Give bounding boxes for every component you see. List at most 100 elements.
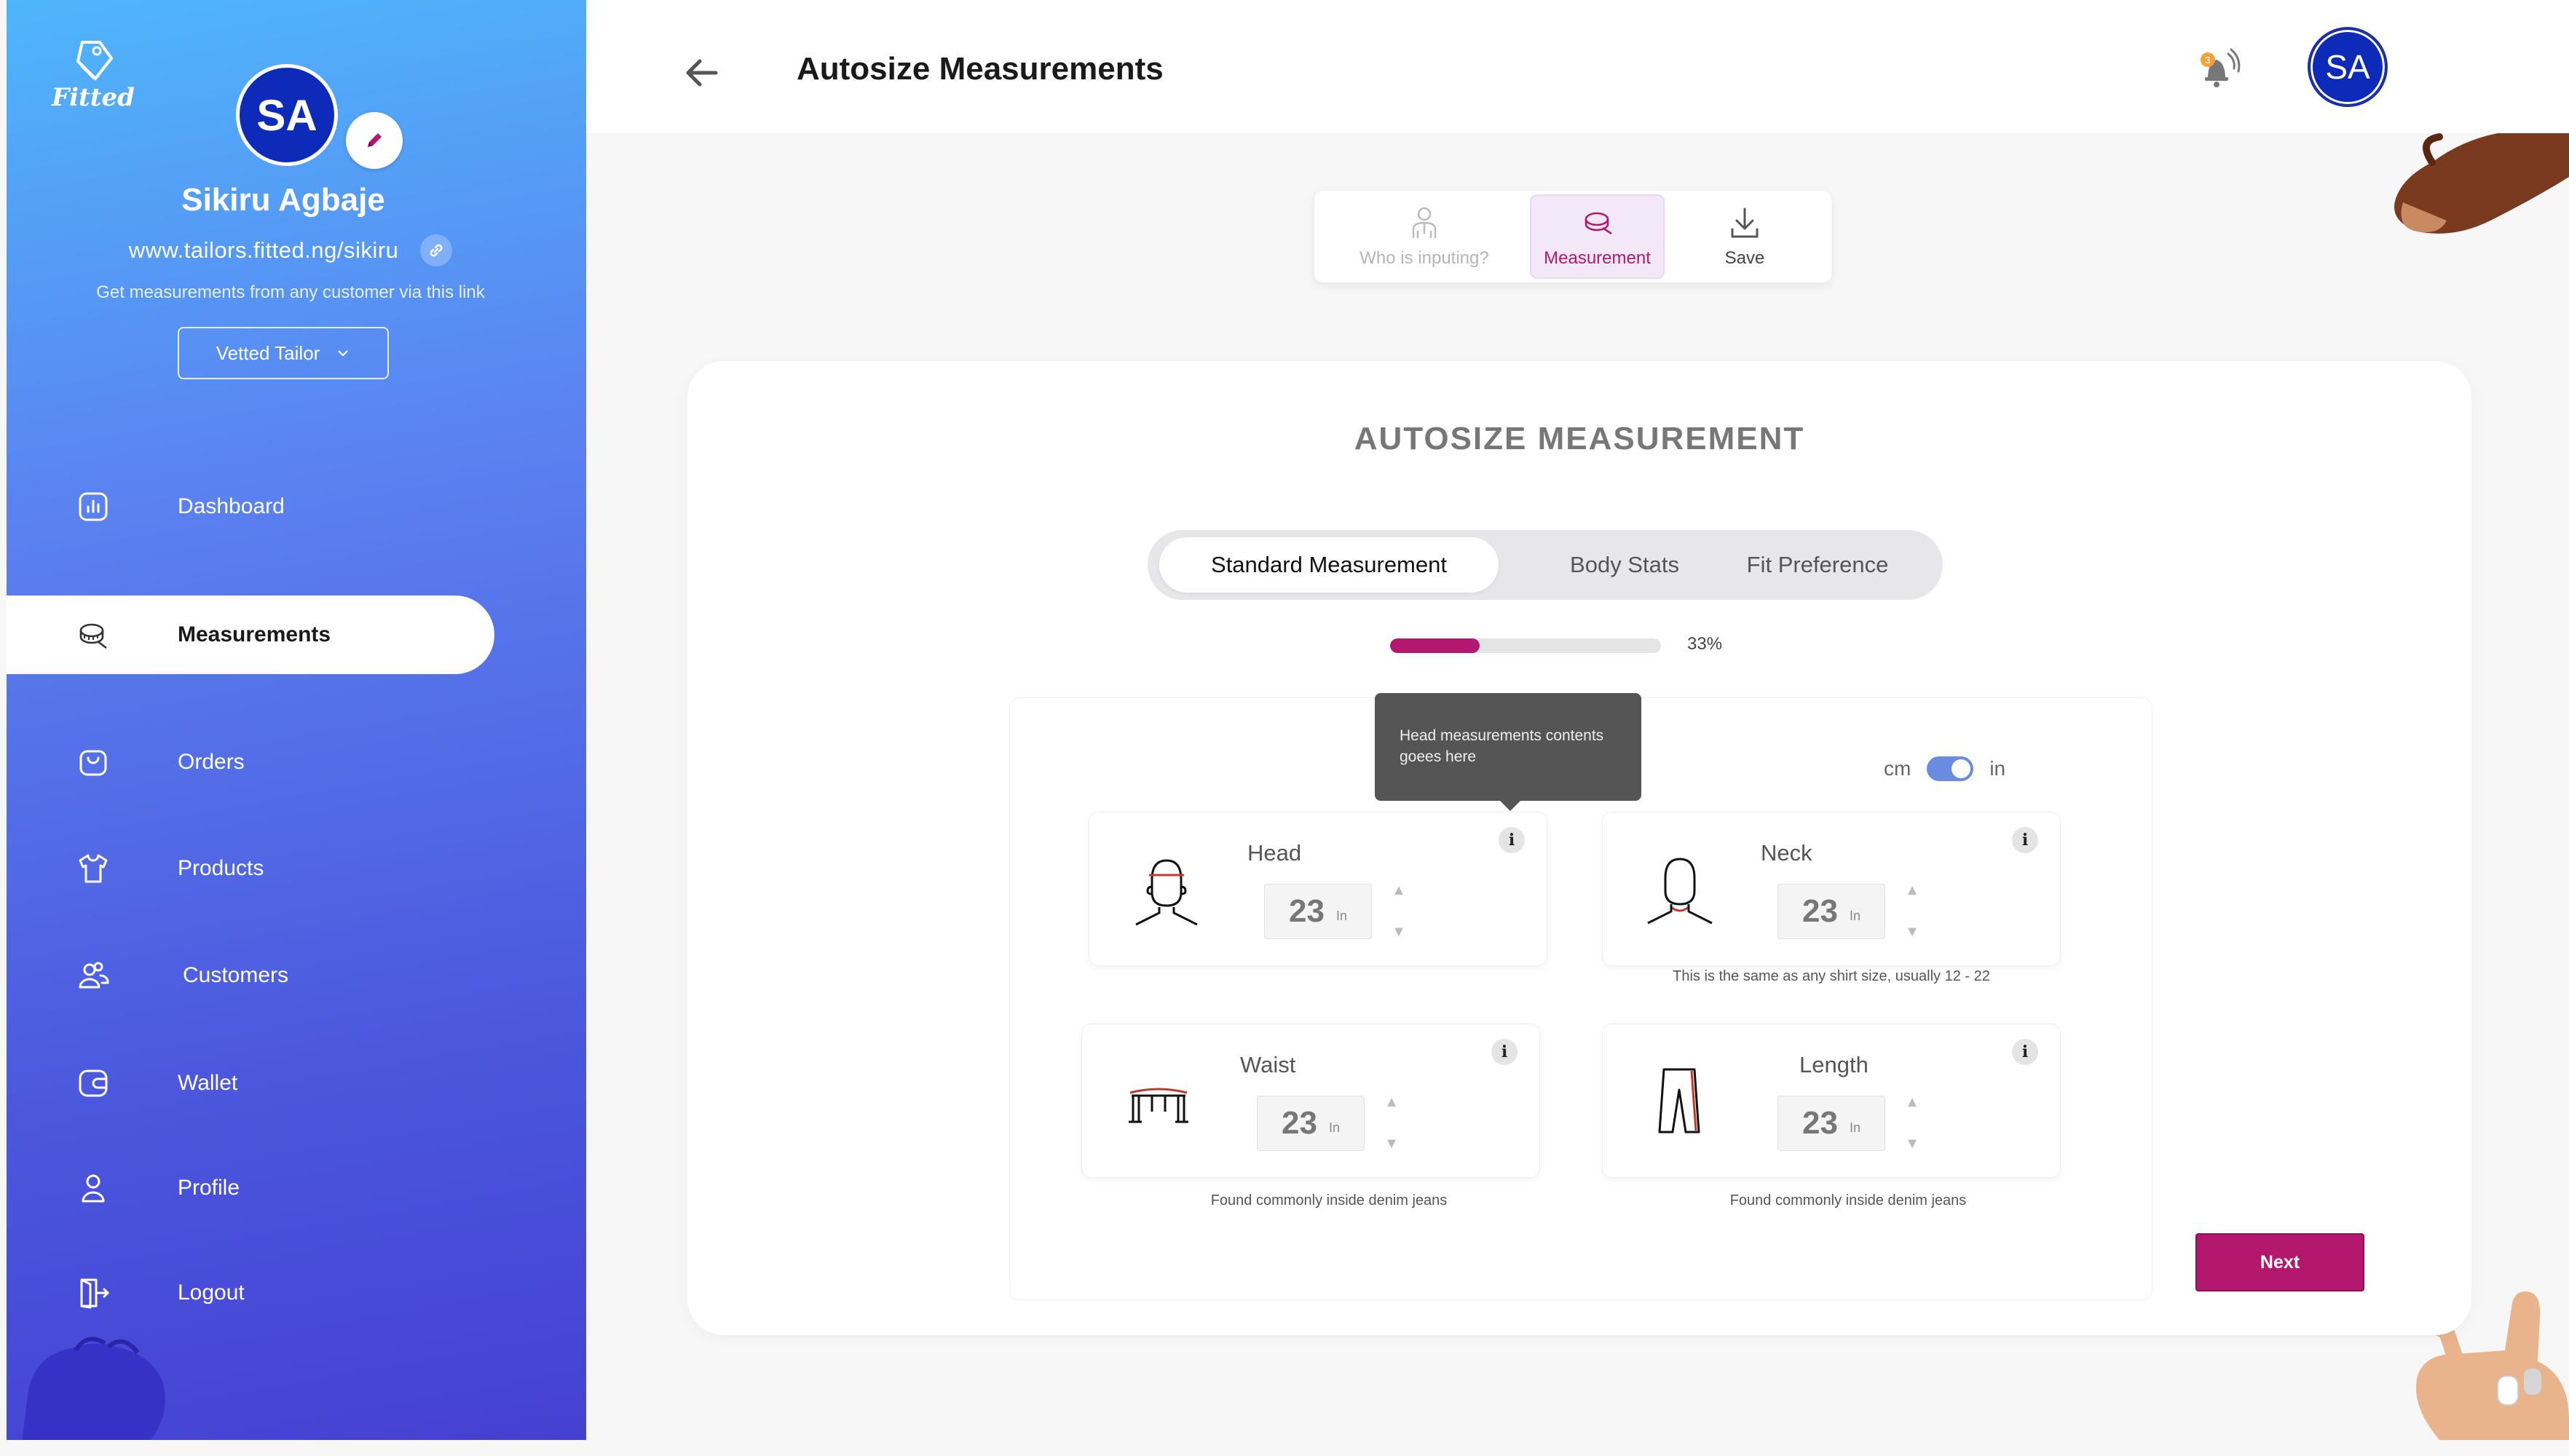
head-value-input[interactable]: 23 In <box>1264 884 1372 939</box>
chevron-down-icon <box>338 350 349 357</box>
link-hint: Get measurements from any customer via t… <box>96 282 485 302</box>
info-icon[interactable]: i <box>2012 827 2038 853</box>
shirt-icon <box>74 849 113 888</box>
user-name: Sikiru Agbaje <box>181 182 385 218</box>
edit-profile-button[interactable] <box>346 112 403 169</box>
tab-standard-measurement[interactable]: Standard Measurement <box>1159 537 1499 593</box>
step-save[interactable]: Save <box>1665 194 1825 279</box>
copy-link-button[interactable] <box>420 234 453 266</box>
step-tabs: Who is inputing? Measurement Save <box>1314 191 1831 282</box>
step-label: Save <box>1724 248 1765 268</box>
sidebar-item-label: Products <box>178 856 264 880</box>
measurement-neck: Neck 23 In ▲ ▼ i <box>1602 812 2061 966</box>
measurement-label: Neck <box>1761 840 1812 866</box>
wallet-icon <box>74 1064 113 1103</box>
sidebar-item-label: Logout <box>178 1281 245 1305</box>
sidebar-item-customers[interactable]: Customers <box>7 936 494 1015</box>
pencil-icon <box>368 133 382 147</box>
sidebar-item-label: Orders <box>178 750 245 774</box>
shopping-bag-icon <box>74 743 113 782</box>
decrement-icon[interactable]: ▼ <box>1392 924 1406 941</box>
unit-toggle: cm in <box>1884 756 2005 781</box>
hand-illustration-top <box>2394 133 2569 234</box>
sidebar-item-label: Customers <box>183 963 289 987</box>
unit-switch[interactable] <box>1927 756 1974 781</box>
measurement-unit: In <box>1335 908 1347 923</box>
length-value-input[interactable]: 23 In <box>1777 1096 1885 1151</box>
increment-icon[interactable]: ▲ <box>1905 1094 1919 1111</box>
user-icon <box>74 1168 113 1208</box>
sidebar-item-products[interactable]: Products <box>7 829 494 908</box>
profile-link[interactable]: www.tailors.fitted.ng/sikiru <box>129 237 399 264</box>
sidebar-item-label: Wallet <box>178 1071 238 1095</box>
measurement-value: 23 <box>1282 1105 1317 1141</box>
sidebar-item-orders[interactable]: Orders <box>7 723 494 802</box>
page-title: Autosize Measurements <box>797 51 1164 87</box>
fist-illustration <box>22 1337 165 1440</box>
info-icon[interactable]: i <box>1491 1039 1518 1065</box>
increment-icon[interactable]: ▲ <box>1905 882 1919 899</box>
tag-icon <box>76 41 113 80</box>
avatar: SA <box>236 64 338 166</box>
progress-bar <box>1390 638 1661 653</box>
back-arrow-icon[interactable] <box>681 52 722 93</box>
step-who-is-inputing[interactable]: Who is inputing? <box>1319 194 1530 279</box>
measurement-waist: Waist 23 In ▲ ▼ i <box>1081 1024 1540 1178</box>
neck-stepper[interactable]: ▲ ▼ <box>1901 882 1923 941</box>
measurement-value: 23 <box>1802 893 1838 929</box>
head-tooltip: Head measurements contents goees here <box>1375 693 1641 811</box>
progress-fill <box>1390 638 1480 653</box>
unit-in-label: in <box>1989 757 2006 780</box>
sidebar-item-measurements[interactable]: Measurements <box>7 596 494 674</box>
waist-stepper[interactable]: ▲ ▼ <box>1381 1094 1402 1152</box>
decrement-icon[interactable]: ▼ <box>1905 924 1919 941</box>
length-stepper[interactable]: ▲ ▼ <box>1901 1094 1923 1152</box>
person-icon <box>1412 207 1437 238</box>
sidebar-item-profile[interactable]: Profile <box>7 1149 494 1227</box>
measurement-card: AUTOSIZE MEASUREMENT Standard Measuremen… <box>687 361 2471 1335</box>
waist-value-input[interactable]: 23 In <box>1257 1096 1365 1151</box>
waist-icon <box>1129 1088 1188 1123</box>
info-icon[interactable]: i <box>1499 827 1525 853</box>
info-icon[interactable]: i <box>2012 1039 2038 1065</box>
increment-icon[interactable]: ▲ <box>1392 882 1406 899</box>
brand-logo[interactable]: Fitted <box>52 36 139 116</box>
head-stepper[interactable]: ▲ ▼ <box>1388 882 1410 941</box>
tailor-status-dropdown[interactable]: Vetted Tailor <box>178 327 389 379</box>
notification-count: 3 <box>2205 55 2210 66</box>
measuring-tape-icon <box>74 615 113 654</box>
notification-bell-icon[interactable]: 3 <box>2192 44 2243 95</box>
length-hint: Found commonly inside denim jeans <box>1729 1192 1967 1208</box>
card-title: AUTOSIZE MEASUREMENT <box>1354 421 1805 456</box>
measurement-label: Waist <box>1240 1052 1296 1077</box>
sidebar-item-wallet[interactable]: Wallet <box>7 1044 494 1123</box>
step-label: Measurement <box>1544 248 1651 268</box>
measurement-type-tabs: Standard Measurement Body Stats Fit Pref… <box>1148 530 1943 600</box>
neck-value-input[interactable]: 23 In <box>1777 884 1885 939</box>
tab-fit-preference[interactable]: Fit Preference <box>1723 537 1912 593</box>
next-button[interactable]: Next <box>2195 1233 2364 1291</box>
unit-cm-label: cm <box>1884 757 1911 780</box>
measurement-label: Head <box>1247 840 1302 866</box>
neck-icon <box>1647 858 1713 925</box>
tab-body-stats[interactable]: Body Stats <box>1541 537 1708 593</box>
measurement-length: Length 23 In ▲ ▼ i <box>1602 1024 2061 1178</box>
measurement-unit: In <box>1849 908 1860 923</box>
progress-label: 33% <box>1687 634 1723 654</box>
measurement-unit: In <box>1328 1120 1340 1135</box>
step-measurement[interactable]: Measurement <box>1530 194 1665 279</box>
measurement-unit: In <box>1849 1120 1860 1135</box>
step-label: Who is inputing? <box>1360 248 1489 268</box>
decrement-icon[interactable]: ▼ <box>1905 1136 1919 1152</box>
increment-icon[interactable]: ▲ <box>1384 1094 1399 1111</box>
profile-link-row: www.tailors.fitted.ng/sikiru <box>7 234 575 266</box>
sidebar-item-dashboard[interactable]: Dashboard <box>7 467 494 546</box>
waist-hint: Found commonly inside denim jeans <box>1210 1192 1448 1208</box>
sidebar-item-label: Profile <box>178 1176 240 1200</box>
dashboard-icon <box>74 487 113 526</box>
tailor-status-label: Vetted Tailor <box>216 341 320 364</box>
decrement-icon[interactable]: ▼ <box>1384 1136 1399 1152</box>
top-header: Autosize Measurements 3 SA <box>586 0 2569 133</box>
header-avatar[interactable]: SA <box>2308 27 2388 107</box>
sidebar-item-label: Measurements <box>178 622 331 646</box>
